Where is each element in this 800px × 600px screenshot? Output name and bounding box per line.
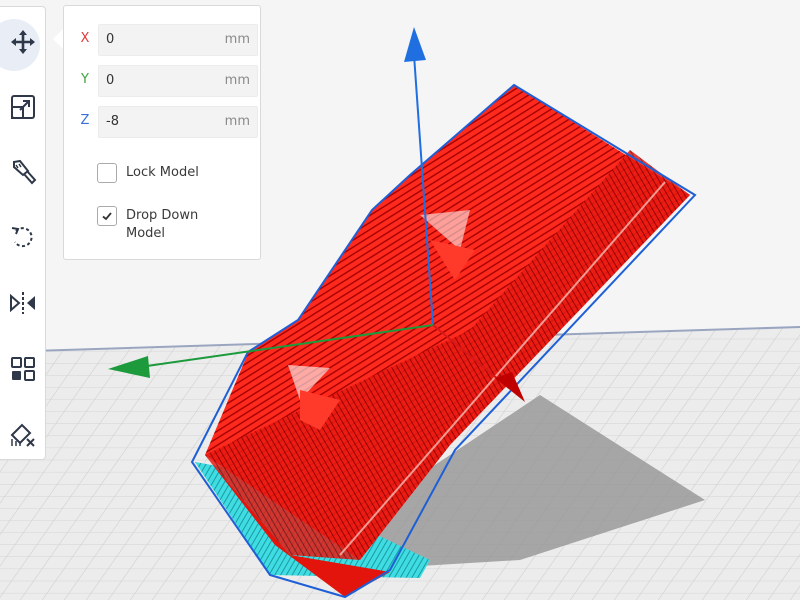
support-blocker-icon [10,423,35,447]
move-tool-button[interactable] [0,12,46,72]
x-label: X [80,31,90,46]
support-blocker-button[interactable] [0,404,46,464]
x-input[interactable]: 0 mm [98,24,258,56]
z-label: Z [80,113,90,128]
z-coordinate-row: Z -8 mm [78,106,258,138]
lock-model-label: Lock Model [126,165,199,180]
paint-brush-icon [13,159,37,185]
rotate-icon [11,227,33,248]
x-coordinate-row: X 0 mm [78,24,258,56]
lock-model-checkbox[interactable] [97,163,117,183]
checkmark-icon [102,212,112,221]
move-tool-panel: X 0 mm Y 0 mm Z -8 mm Lock Model Drop Do… [63,5,261,260]
y-input[interactable]: 0 mm [98,65,258,97]
x-unit: mm [224,32,250,47]
scale-tool-button[interactable] [0,77,46,137]
mirror-icon [10,292,35,314]
move-icon [11,30,35,54]
x-value: 0 [106,32,115,47]
drop-down-model-checkbox[interactable] [97,206,117,226]
paint-tool-button[interactable] [0,142,46,202]
y-label: Y [81,72,89,87]
per-model-settings-button[interactable] [0,339,46,399]
mirror-tool-button[interactable] [0,273,46,333]
y-unit: mm [224,73,250,88]
drop-down-model-label: Drop Down Model [126,208,199,241]
rotate-tool-button[interactable] [0,207,46,267]
scale-icon [11,95,35,119]
per-model-settings-icon [11,357,35,381]
z-unit: mm [224,114,250,129]
y-coordinate-row: Y 0 mm [78,65,258,97]
z-input[interactable]: -8 mm [98,106,258,138]
tool-toolbar [0,6,46,460]
y-value: 0 [106,73,115,88]
z-value: -8 [106,114,119,129]
